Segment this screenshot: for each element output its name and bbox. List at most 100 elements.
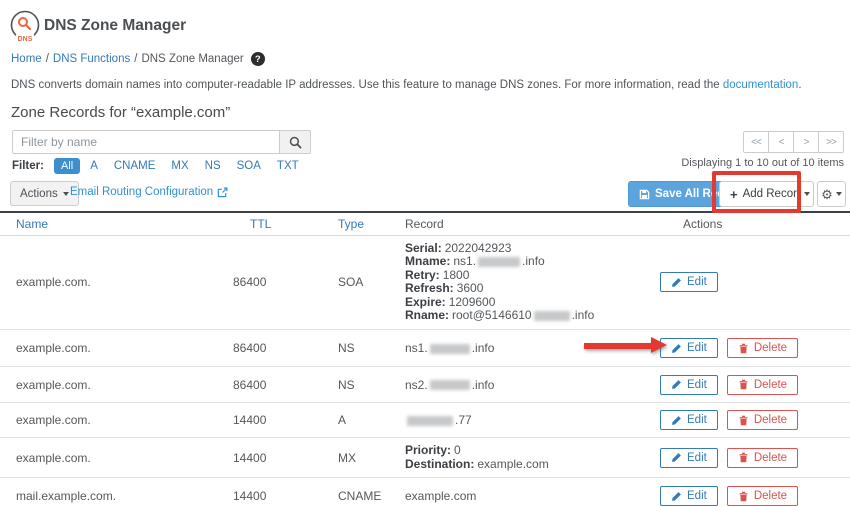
table-row-mx: example.com. 14400 MX Priority:0 Destina…	[0, 438, 850, 478]
delete-button[interactable]: Delete	[727, 410, 798, 430]
filter-cname[interactable]: CNAME	[114, 160, 156, 172]
table-header-row: Name TTL Type Record Actions	[0, 212, 850, 235]
breadcrumb-separator: /	[134, 53, 137, 65]
edit-button[interactable]: Edit	[660, 375, 718, 395]
pencil-icon	[671, 379, 682, 390]
zone-records-heading: Zone Records for “example.com”	[11, 104, 230, 121]
delete-button[interactable]: Delete	[727, 448, 798, 468]
record-ttl: 14400	[233, 478, 338, 506]
record-actions: Edit Delete	[660, 438, 850, 478]
page-prev-button[interactable]: <	[768, 131, 794, 153]
page-first-button[interactable]: <<	[743, 131, 769, 153]
documentation-link[interactable]: documentation	[723, 79, 798, 91]
record-ttl: 86400	[233, 330, 338, 367]
record-type: SOA	[338, 235, 405, 330]
external-link-icon	[217, 187, 228, 198]
save-icon	[639, 189, 650, 200]
pagination-status: Displaying 1 to 10 out of 10 items	[681, 157, 844, 169]
record-name: example.com.	[0, 330, 233, 367]
page-title: DNS Zone Manager	[44, 17, 186, 35]
record-type: MX	[338, 438, 405, 478]
edit-button[interactable]: Edit	[660, 338, 718, 358]
record-type: A	[338, 403, 405, 438]
breadcrumb: Home / DNS Functions / DNS Zone Manager …	[11, 52, 265, 66]
filter-all[interactable]: All	[54, 158, 80, 174]
delete-button[interactable]: Delete	[727, 375, 798, 395]
dns-logo-icon: DNS	[8, 9, 42, 43]
add-record-dropdown-button[interactable]	[799, 181, 814, 207]
record-actions: Edit Delete	[660, 330, 850, 367]
breadcrumb-separator: /	[46, 53, 49, 65]
record-name: example.com.	[0, 438, 233, 478]
record-actions: Edit Delete	[660, 403, 850, 438]
record-type: NS	[338, 367, 405, 403]
record-value: Serial:2022042923 Mname:ns1..info Retry:…	[405, 235, 660, 330]
record-value: ns1..info	[405, 330, 660, 367]
breadcrumb-home[interactable]: Home	[11, 53, 42, 65]
gear-icon: ⚙	[821, 188, 833, 201]
page-last-button[interactable]: >>	[818, 131, 844, 153]
trash-icon	[738, 379, 749, 390]
column-header-ttl[interactable]: TTL	[233, 212, 338, 235]
pencil-icon	[671, 277, 682, 288]
edit-button[interactable]: Edit	[660, 486, 718, 506]
filter-a[interactable]: A	[90, 160, 98, 172]
trash-icon	[738, 452, 749, 463]
trash-icon	[738, 491, 749, 502]
pencil-icon	[671, 415, 682, 426]
record-actions: Edit Delete	[660, 367, 850, 403]
column-header-type[interactable]: Type	[338, 212, 405, 235]
filter-soa[interactable]: SOA	[237, 160, 261, 172]
breadcrumb-dns-functions[interactable]: DNS Functions	[53, 53, 130, 65]
table-row-cname: mail.example.com. 14400 CNAME example.co…	[0, 478, 850, 506]
record-actions: Edit Delete	[660, 478, 850, 506]
column-header-record: Record	[405, 212, 660, 235]
edit-button[interactable]: Edit	[660, 410, 718, 430]
chevron-down-icon	[836, 192, 842, 196]
table-settings-button[interactable]: ⚙	[817, 181, 846, 207]
chevron-down-icon	[63, 192, 69, 196]
record-value: .77	[405, 403, 660, 438]
chevron-down-icon	[804, 192, 810, 196]
redacted-text	[430, 380, 470, 390]
pencil-icon	[671, 343, 682, 354]
pagination: << < > >>	[744, 131, 844, 153]
record-ttl: 86400	[233, 235, 338, 330]
page-next-button[interactable]: >	[793, 131, 819, 153]
delete-button[interactable]: Delete	[727, 338, 798, 358]
redacted-text	[534, 311, 570, 321]
record-name: example.com.	[0, 367, 233, 403]
email-routing-configuration-link[interactable]: Email Routing Configuration	[70, 186, 228, 198]
pencil-icon	[671, 452, 682, 463]
dns-logo-label: DNS	[18, 36, 33, 43]
search-button[interactable]	[280, 130, 311, 154]
filter-txt[interactable]: TXT	[277, 160, 299, 172]
delete-button[interactable]: Delete	[727, 486, 798, 506]
filter-ns[interactable]: NS	[205, 160, 221, 172]
record-name: mail.example.com.	[0, 478, 233, 506]
help-icon[interactable]: ?	[251, 52, 265, 66]
edit-button[interactable]: Edit	[660, 448, 718, 468]
actions-dropdown-button[interactable]: Actions	[10, 181, 79, 206]
edit-button[interactable]: Edit	[660, 272, 718, 292]
trash-icon	[738, 343, 749, 354]
column-header-name[interactable]: Name	[0, 212, 233, 235]
table-row-ns1: example.com. 86400 NS ns1..info Edit Del…	[0, 330, 850, 367]
record-ttl: 14400	[233, 438, 338, 478]
redacted-text	[407, 416, 453, 426]
record-actions: Edit	[660, 235, 850, 330]
breadcrumb-current: DNS Zone Manager	[141, 53, 243, 65]
table-row-soa: example.com. 86400 SOA Serial:2022042923…	[0, 235, 850, 330]
column-header-actions: Actions	[660, 212, 850, 235]
search-icon	[289, 136, 302, 149]
toolbar: Actions Email Routing Configuration	[0, 179, 850, 209]
page-description: DNS converts domain names into computer-…	[11, 79, 841, 91]
filter-by-name-input[interactable]	[12, 130, 280, 154]
plus-icon: +	[730, 188, 738, 201]
filter-label: Filter:	[12, 160, 44, 172]
type-filter-bar: Filter: All A CNAME MX NS SOA TXT	[12, 158, 315, 174]
record-value: ns2..info	[405, 367, 660, 403]
filter-mx[interactable]: MX	[171, 160, 188, 172]
record-type: NS	[338, 330, 405, 367]
trash-icon	[738, 415, 749, 426]
